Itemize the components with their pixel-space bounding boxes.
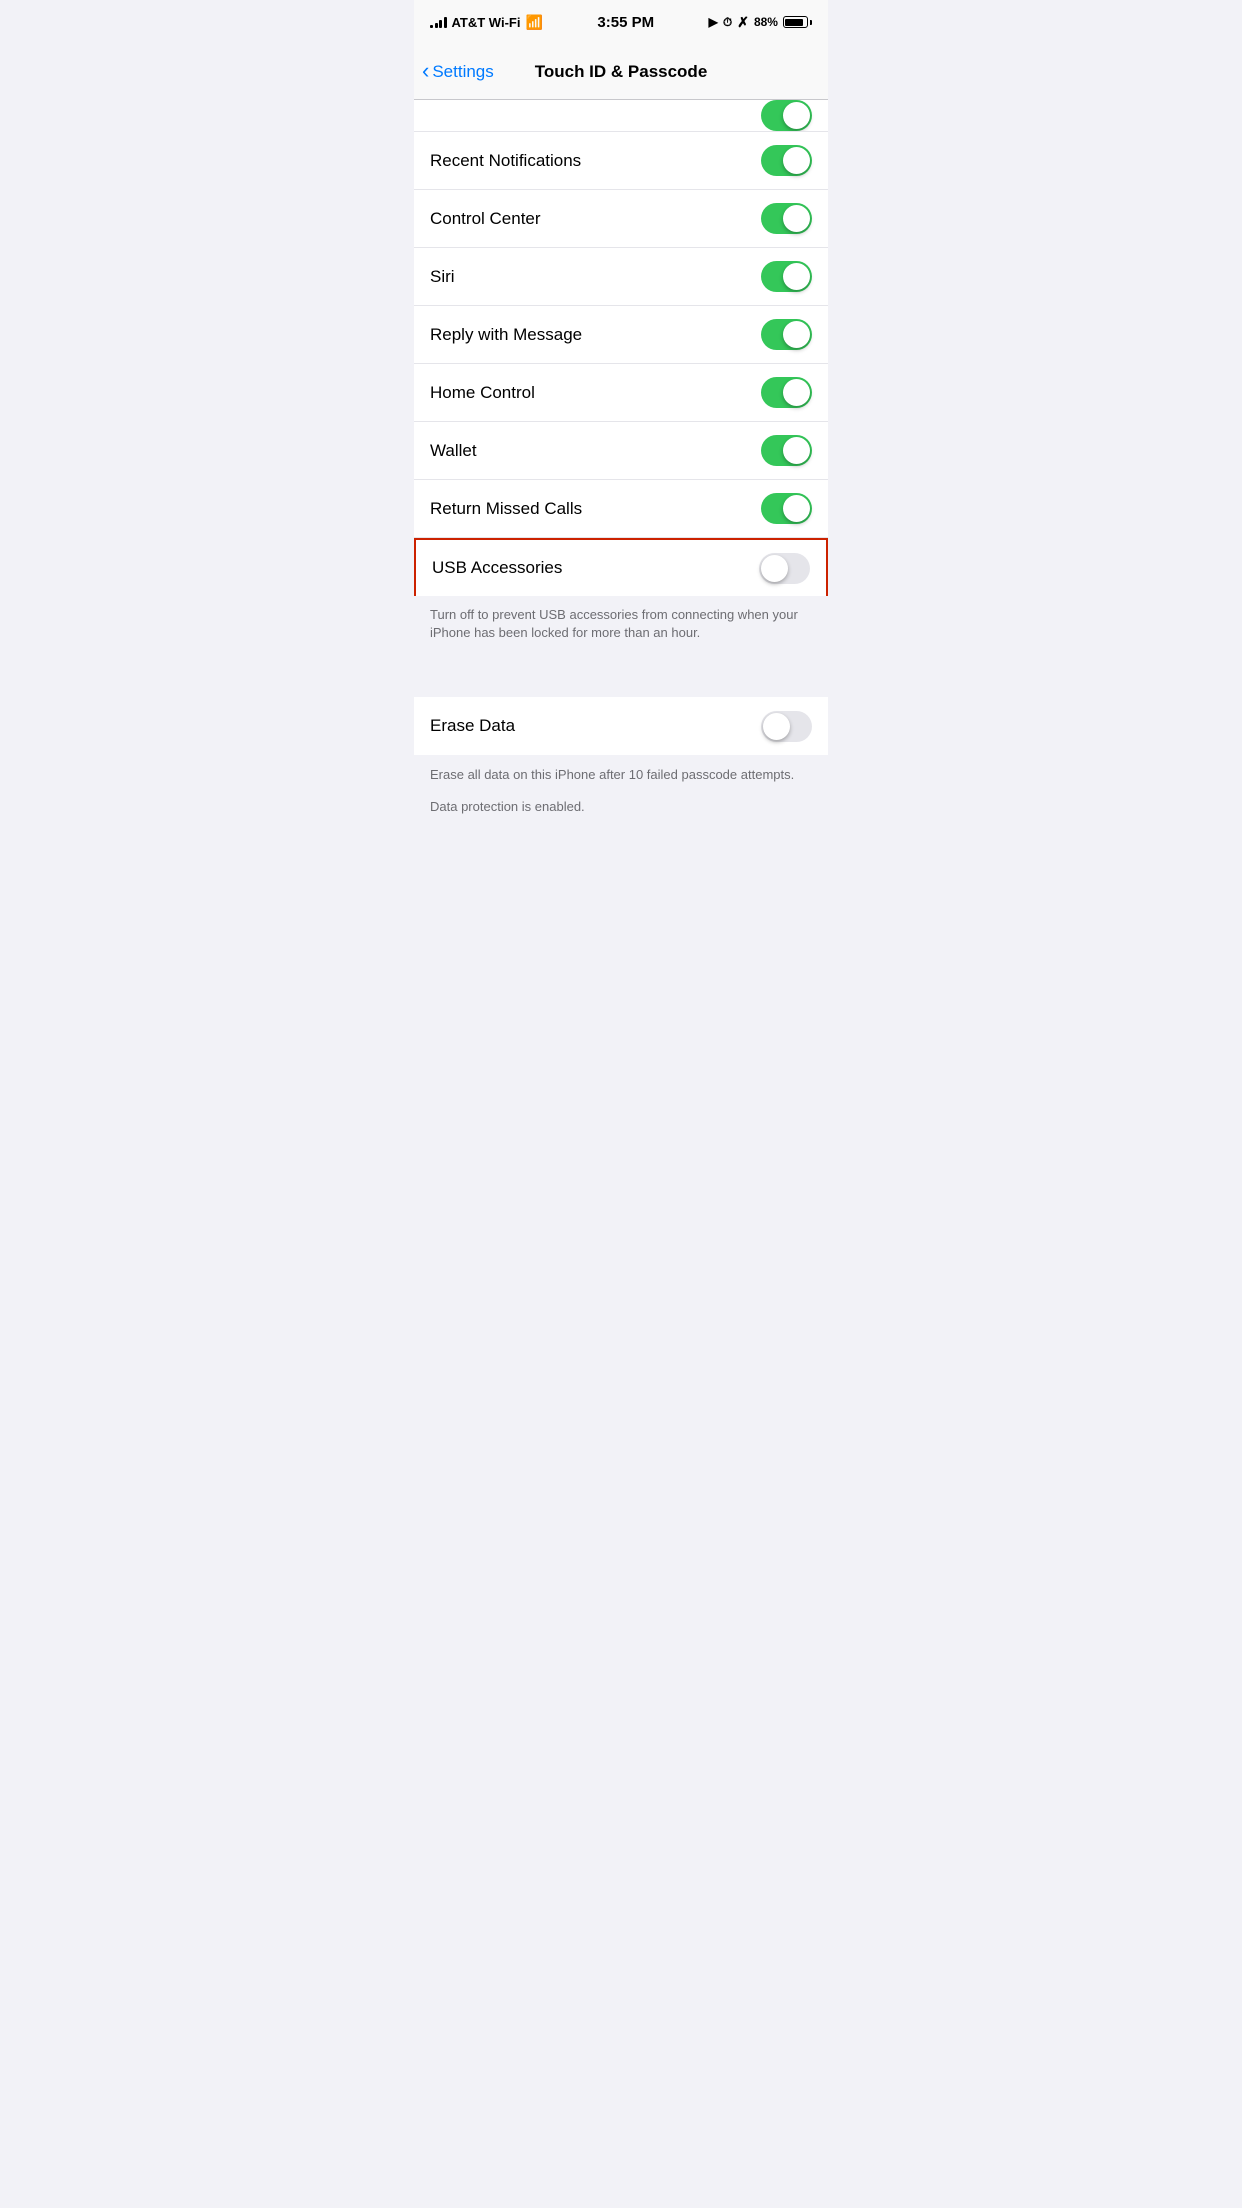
return-missed-calls-toggle[interactable] xyxy=(761,493,812,524)
usb-accessories-row: USB Accessories xyxy=(414,538,828,596)
return-missed-calls-row: Return Missed Calls xyxy=(414,480,828,538)
recent-notifications-toggle[interactable] xyxy=(761,145,812,176)
erase-description: Erase all data on this iPhone after 10 f… xyxy=(414,755,828,831)
reply-with-message-row: Reply with Message xyxy=(414,306,828,364)
partial-row xyxy=(414,100,828,132)
signal-icon xyxy=(430,16,447,28)
home-control-row: Home Control xyxy=(414,364,828,422)
reply-with-message-label: Reply with Message xyxy=(430,325,582,345)
erase-data-label: Erase Data xyxy=(430,716,515,736)
reply-with-message-toggle[interactable] xyxy=(761,319,812,350)
siri-label: Siri xyxy=(430,267,455,287)
top-group: Recent Notifications Control Center Siri… xyxy=(414,100,828,596)
battery-icon xyxy=(783,16,812,28)
usb-accessories-toggle[interactable] xyxy=(759,553,810,584)
partial-toggle[interactable] xyxy=(761,100,812,131)
recent-notifications-row: Recent Notifications xyxy=(414,132,828,190)
status-left: AT&T Wi-Fi 📶 xyxy=(430,14,543,31)
control-center-label: Control Center xyxy=(430,209,541,229)
control-center-toggle[interactable] xyxy=(761,203,812,234)
content: Recent Notifications Control Center Siri… xyxy=(414,100,828,831)
location-icon: ▶ xyxy=(709,15,718,29)
page-title: Touch ID & Passcode xyxy=(535,62,708,82)
return-missed-calls-label: Return Missed Calls xyxy=(430,499,582,519)
home-control-toggle[interactable] xyxy=(761,377,812,408)
recent-notifications-label: Recent Notifications xyxy=(430,151,581,171)
erase-description-2: Data protection is enabled. xyxy=(430,797,812,817)
alarm-icon: ⏱ xyxy=(723,15,732,30)
erase-data-toggle[interactable] xyxy=(761,711,812,742)
chevron-left-icon: ‹ xyxy=(422,60,429,82)
siri-row: Siri xyxy=(414,248,828,306)
erase-description-1: Erase all data on this iPhone after 10 f… xyxy=(430,765,812,785)
battery-percent: 88% xyxy=(754,15,778,29)
control-center-row: Control Center xyxy=(414,190,828,248)
usb-description: Turn off to prevent USB accessories from… xyxy=(414,596,828,662)
carrier-label: AT&T Wi-Fi xyxy=(452,15,521,30)
wifi-icon: 📶 xyxy=(525,14,542,31)
bluetooth-icon: ✗ xyxy=(737,14,749,31)
siri-toggle[interactable] xyxy=(761,261,812,292)
status-right: ▶ ⏱ ✗ 88% xyxy=(709,14,812,31)
back-button[interactable]: ‹ Settings xyxy=(422,62,494,82)
wallet-row: Wallet xyxy=(414,422,828,480)
erase-data-row: Erase Data xyxy=(414,697,828,755)
wallet-toggle[interactable] xyxy=(761,435,812,466)
status-bar: AT&T Wi-Fi 📶 3:55 PM ▶ ⏱ ✗ 88% xyxy=(414,0,828,44)
nav-bar: ‹ Settings Touch ID & Passcode xyxy=(414,44,828,100)
home-control-label: Home Control xyxy=(430,383,535,403)
group-separator-1 xyxy=(414,662,828,697)
usb-accessories-label: USB Accessories xyxy=(432,558,562,578)
back-label: Settings xyxy=(432,62,493,82)
status-time: 3:55 PM xyxy=(597,14,654,31)
erase-data-group: Erase Data xyxy=(414,697,828,755)
wallet-label: Wallet xyxy=(430,441,477,461)
